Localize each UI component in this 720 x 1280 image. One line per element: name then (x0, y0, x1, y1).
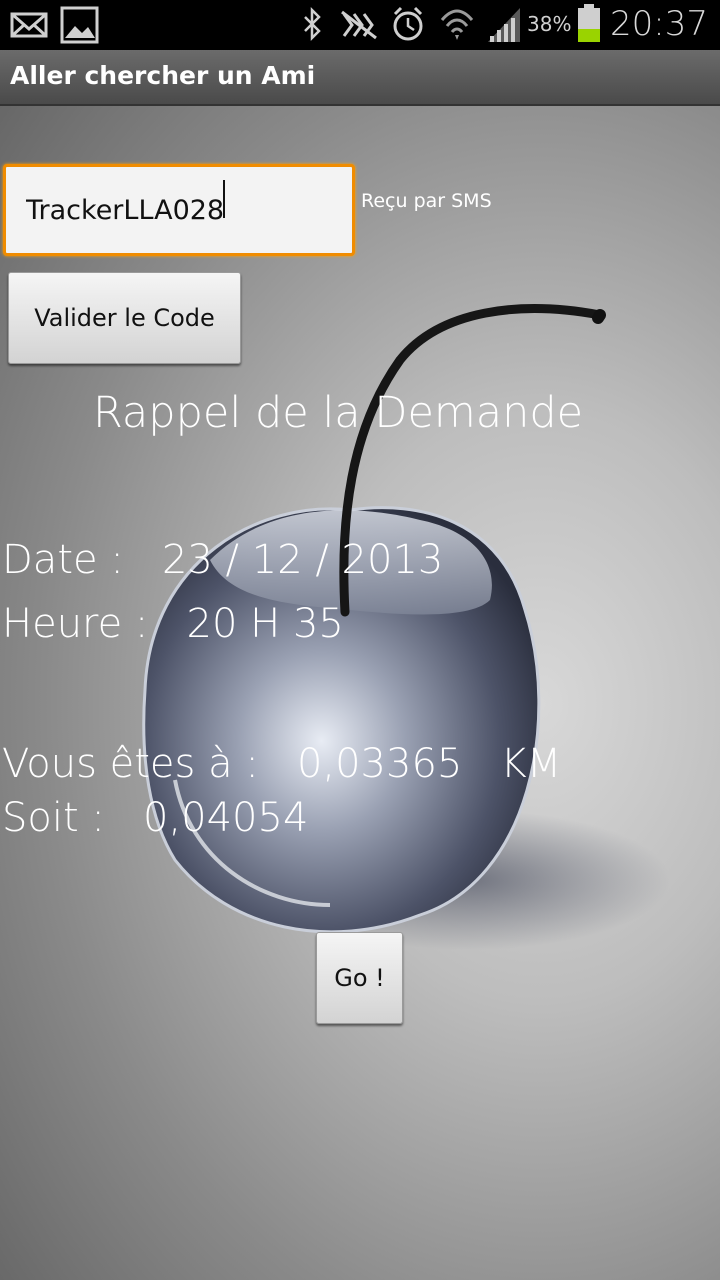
converted-distance-text: Soit : 0,04054 (2, 795, 309, 841)
status-time: 20:37 (610, 4, 708, 44)
nfc-icon (341, 10, 377, 40)
battery-icon (578, 4, 600, 42)
bluetooth-icon (304, 6, 321, 42)
app-title: Aller chercher un Ami (10, 61, 316, 90)
text-caret (223, 180, 225, 218)
alarm-icon (393, 6, 423, 41)
recap-heading: Rappel de la Demande (93, 388, 584, 438)
image-icon (60, 6, 99, 44)
mail-icon (10, 12, 48, 38)
date-text: Date : 23 / 12 / 2013 (2, 537, 444, 583)
wifi-icon (440, 9, 474, 40)
sms-hint-label: Reçu par SMS (361, 190, 492, 212)
go-button[interactable]: Go ! (316, 932, 403, 1024)
status-bar: 38% 20:37 (0, 0, 720, 50)
distance-text: Vous êtes à : 0,03365 KM (2, 741, 562, 787)
battery-percent-text: 38% (527, 12, 572, 36)
action-bar: Aller chercher un Ami (0, 50, 720, 106)
time-text: Heure : 20 H 35 (2, 601, 344, 647)
tracker-code-input[interactable] (3, 164, 355, 256)
app-screen: 38% 20:37 Aller chercher un Ami Reçu par… (0, 0, 720, 1280)
signal-icon (488, 8, 520, 42)
validate-code-button[interactable]: Valider le Code (8, 272, 241, 364)
